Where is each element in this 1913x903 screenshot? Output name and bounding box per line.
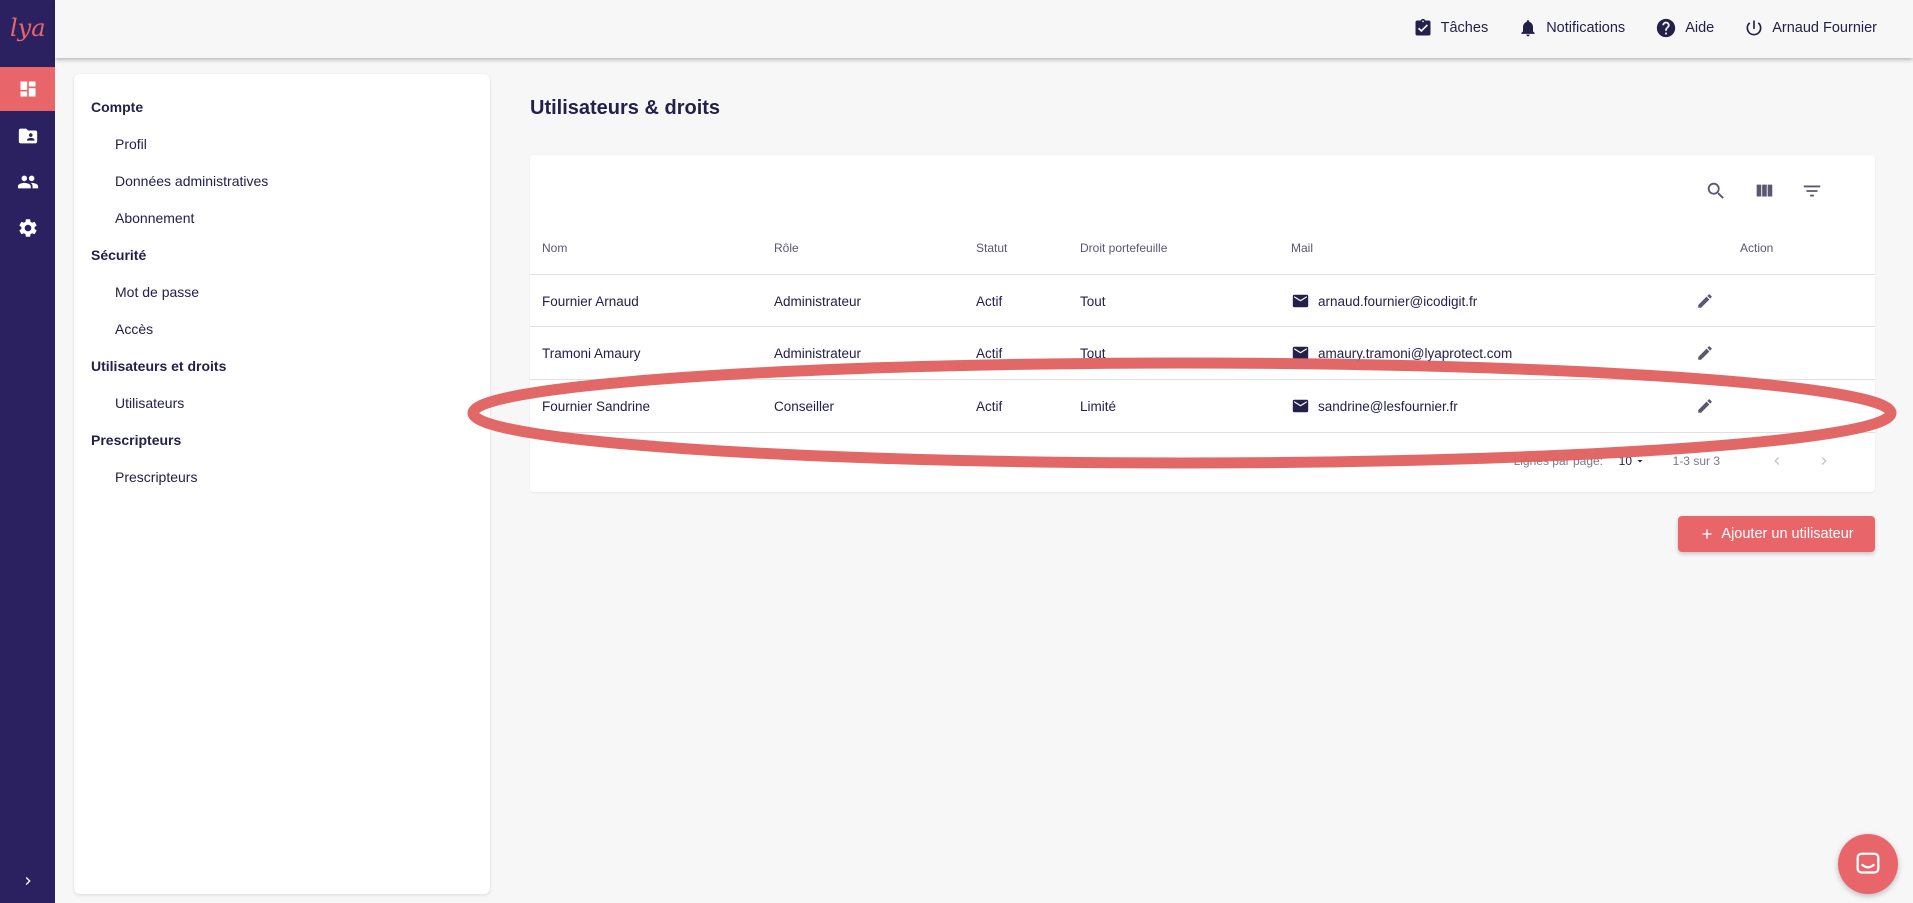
settings-menu: Compte Profil Données administratives Ab… [74,74,490,894]
help-button[interactable]: Aide [1655,17,1714,39]
dashboard-icon [20,81,35,97]
cell-mail[interactable]: arnaud.fournier@icodigit.fr [1292,275,1477,327]
left-rail: lya [0,0,55,903]
column-header-nom[interactable]: Nom [542,241,567,255]
cell-mail[interactable]: amaury.tramoni@lyaprotect.com [1292,327,1512,379]
rail-expand-button[interactable] [0,859,55,903]
chevron-right-icon [1821,457,1827,465]
users-table: Nom Rôle Statut Droit portefeuille Mail … [530,155,1875,492]
folder-account-icon [18,128,37,144]
pencil-icon [1698,399,1712,413]
edit-button[interactable] [1691,339,1719,367]
chevron-left-icon [1774,457,1780,465]
menu-item-utilisateurs[interactable]: Utilisateurs [115,395,184,411]
menu-item-mot-de-passe[interactable]: Mot de passe [115,284,199,300]
mail-icon [1292,399,1309,413]
menu-item-acces[interactable]: Accès [115,321,153,337]
column-header-statut[interactable]: Statut [976,241,1007,255]
cell-nom: Tramoni Amaury [542,345,641,361]
pencil-icon [1698,346,1712,360]
column-header-action: Action [1740,241,1774,255]
cell-droit: Tout [1080,345,1106,361]
caret-down-icon [1637,460,1643,463]
cell-droit: Tout [1080,293,1106,309]
rail-dashboard[interactable] [0,67,55,111]
help-circle-icon [1657,18,1676,38]
menu-section-securite: Sécurité [91,247,147,263]
cell-nom: Fournier Arnaud [542,293,639,309]
rail-settings[interactable] [0,206,55,250]
cell-role: Administrateur [774,293,862,309]
rows-per-page-value: 10 [1618,454,1632,468]
bell-icon [1521,20,1535,37]
logo-mark: lya [10,14,46,42]
columns-button[interactable] [1748,175,1780,207]
search-button[interactable] [1700,175,1732,207]
menu-section-prescripteurs: Prescripteurs [91,432,182,448]
tasks-label: Tâches [1440,20,1489,36]
top-bar: Tâches Notifications Aide Arnaud Fournie… [55,0,1913,58]
mail-text: amaury.tramoni@lyaprotect.com [1318,345,1513,361]
cell-statut: Actif [976,345,1003,361]
column-header-droit-portefeuille[interactable]: Droit portefeuille [1080,241,1167,255]
user-logout-button[interactable]: Arnaud Fournier [1744,18,1877,38]
table-row: Fournier Arnaud Administrateur Actif Tou… [530,274,1875,327]
menu-section-utilisateurs-droits: Utilisateurs et droits [91,358,227,374]
cell-mail[interactable]: sandrine@lesfournier.fr [1292,380,1458,432]
table-row: Fournier Sandrine Conseiller Actif Limit… [530,380,1875,433]
previous-page-button[interactable] [1764,448,1790,474]
mail-icon [1292,346,1309,360]
chat-icon [1856,852,1880,874]
pagination-range: 1-3 sur 3 [1672,454,1720,468]
clipboard-check-icon [1415,18,1431,36]
columns-icon [1756,184,1773,197]
table-pagination: Lignes par page: 10 1-3 sur 3 [530,442,1875,482]
svg-text:lya: lya [10,14,46,42]
cell-droit: Limité [1080,398,1117,414]
lya-logo[interactable]: lya [0,0,55,55]
cell-role: Administrateur [774,345,862,361]
menu-item-donnees-administratives[interactable]: Données administratives [115,173,268,189]
filter-icon [1803,185,1821,197]
notifications-button[interactable]: Notifications [1518,17,1625,39]
column-header-mail[interactable]: Mail [1291,241,1313,255]
rows-per-page-select[interactable]: 10 [1619,454,1646,468]
mail-icon [1292,294,1309,308]
mail-text: sandrine@lesfournier.fr [1318,398,1458,414]
chat-widget-button[interactable] [1838,834,1898,894]
tasks-button[interactable]: Tâches [1413,17,1489,39]
help-label: Aide [1685,20,1715,36]
cell-role: Conseiller [774,398,835,414]
menu-section-compte: Compte [91,99,144,115]
plus-icon [1702,529,1713,539]
menu-item-prescripteurs[interactable]: Prescripteurs [115,469,197,485]
column-header-role[interactable]: Rôle [774,241,799,255]
rail-folders[interactable] [0,114,55,158]
next-page-button[interactable] [1811,448,1837,474]
power-icon [1746,20,1762,36]
filter-button[interactable] [1796,175,1828,207]
users-icon [17,175,38,189]
cell-nom: Fournier Sandrine [542,398,651,414]
search-icon [1707,182,1724,199]
rows-per-page-label: Lignes par page: [1513,454,1603,468]
page-title: Utilisateurs & droits [530,97,721,119]
rail-users[interactable] [0,160,55,204]
user-name-label: Arnaud Fournier [1772,20,1877,36]
pencil-icon [1698,294,1712,308]
gear-icon [18,219,37,237]
mail-text: arnaud.fournier@icodigit.fr [1318,293,1478,309]
cell-statut: Actif [976,398,1003,414]
add-user-button[interactable]: Ajouter un utilisateur [1678,516,1875,552]
menu-item-profil[interactable]: Profil [115,136,147,152]
notifications-label: Notifications [1546,20,1626,36]
menu-item-abonnement[interactable]: Abonnement [115,210,194,226]
table-row: Tramoni Amaury Administrateur Actif Tout… [530,327,1875,380]
chevron-right-icon [25,877,31,885]
cell-statut: Actif [976,293,1003,309]
edit-button[interactable] [1691,287,1719,315]
edit-button[interactable] [1691,392,1719,420]
add-user-label: Ajouter un utilisateur [1721,526,1854,542]
